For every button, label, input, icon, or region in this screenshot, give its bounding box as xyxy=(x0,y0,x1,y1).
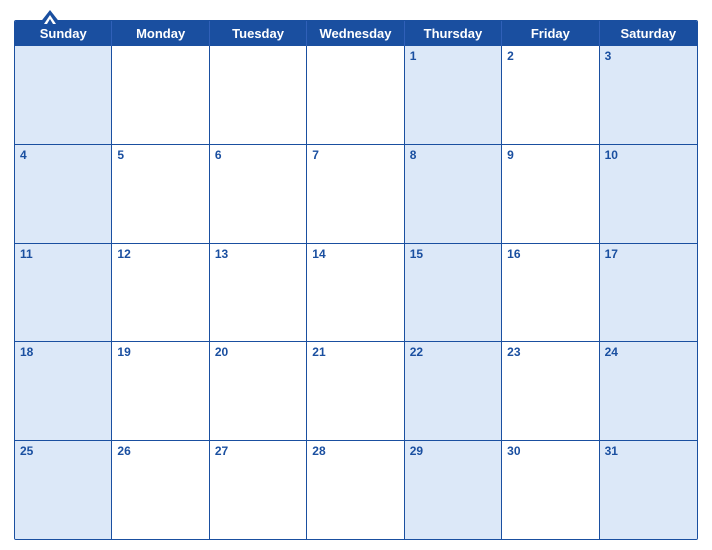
cal-cell: 19 xyxy=(112,342,209,440)
day-number: 5 xyxy=(117,148,124,162)
day-number: 19 xyxy=(117,345,130,359)
day-number: 3 xyxy=(605,49,612,63)
day-number: 27 xyxy=(215,444,228,458)
cal-cell: 13 xyxy=(210,244,307,342)
cal-cell: 6 xyxy=(210,145,307,243)
day-number: 12 xyxy=(117,247,130,261)
logo xyxy=(14,10,86,25)
day-number: 2 xyxy=(507,49,514,63)
weekday-header-thursday: Thursday xyxy=(405,21,502,46)
logo-icon xyxy=(39,10,61,24)
cal-cell: 7 xyxy=(307,145,404,243)
cal-cell: 3 xyxy=(600,46,697,144)
day-number: 17 xyxy=(605,247,618,261)
calendar-page: SundayMondayTuesdayWednesdayThursdayFrid… xyxy=(0,0,712,550)
cal-cell: 18 xyxy=(15,342,112,440)
day-number: 11 xyxy=(20,247,33,261)
weekday-header-monday: Monday xyxy=(112,21,209,46)
day-number: 21 xyxy=(312,345,325,359)
day-number: 30 xyxy=(507,444,520,458)
week-row-3: 18 19 20 21 22 23 24 xyxy=(15,341,697,440)
cal-cell: 20 xyxy=(210,342,307,440)
day-number: 23 xyxy=(507,345,520,359)
cal-cell: 8 xyxy=(405,145,502,243)
weekday-header-row: SundayMondayTuesdayWednesdayThursdayFrid… xyxy=(15,21,697,46)
cal-cell: 23 xyxy=(502,342,599,440)
cal-cell: 9 xyxy=(502,145,599,243)
day-number: 13 xyxy=(215,247,228,261)
day-number: 15 xyxy=(410,247,423,261)
cal-cell: 28 xyxy=(307,441,404,539)
day-number: 31 xyxy=(605,444,618,458)
cal-cell: 11 xyxy=(15,244,112,342)
cal-cell: 16 xyxy=(502,244,599,342)
day-number: 16 xyxy=(507,247,520,261)
day-number: 1 xyxy=(410,49,417,63)
cal-cell: 21 xyxy=(307,342,404,440)
cal-cell: 2 xyxy=(502,46,599,144)
cal-cell: 12 xyxy=(112,244,209,342)
day-number: 25 xyxy=(20,444,33,458)
cal-cell: 29 xyxy=(405,441,502,539)
day-number: 28 xyxy=(312,444,325,458)
cal-cell xyxy=(307,46,404,144)
day-number: 4 xyxy=(20,148,27,162)
weekday-header-wednesday: Wednesday xyxy=(307,21,404,46)
cal-cell: 22 xyxy=(405,342,502,440)
cal-cell: 17 xyxy=(600,244,697,342)
week-row-4: 25 26 27 28 29 30 31 xyxy=(15,440,697,539)
cal-cell: 5 xyxy=(112,145,209,243)
cal-cell xyxy=(210,46,307,144)
week-row-1: 4 5 6 7 8 9 10 xyxy=(15,144,697,243)
day-number: 6 xyxy=(215,148,222,162)
calendar-body: 1234567891011121314151617181920212223242… xyxy=(15,46,697,539)
day-number: 22 xyxy=(410,345,423,359)
day-number: 18 xyxy=(20,345,33,359)
cal-cell xyxy=(15,46,112,144)
cal-cell: 27 xyxy=(210,441,307,539)
day-number: 14 xyxy=(312,247,325,261)
week-row-2: 11 12 13 14 15 16 17 xyxy=(15,243,697,342)
day-number: 29 xyxy=(410,444,423,458)
cal-cell: 30 xyxy=(502,441,599,539)
day-number: 20 xyxy=(215,345,228,359)
weekday-header-tuesday: Tuesday xyxy=(210,21,307,46)
weekday-header-saturday: Saturday xyxy=(600,21,697,46)
calendar-grid: SundayMondayTuesdayWednesdayThursdayFrid… xyxy=(14,20,698,540)
cal-cell: 4 xyxy=(15,145,112,243)
cal-cell xyxy=(112,46,209,144)
day-number: 7 xyxy=(312,148,319,162)
day-number: 8 xyxy=(410,148,417,162)
cal-cell: 25 xyxy=(15,441,112,539)
weekday-header-friday: Friday xyxy=(502,21,599,46)
day-number: 26 xyxy=(117,444,130,458)
day-number: 10 xyxy=(605,148,618,162)
cal-cell: 15 xyxy=(405,244,502,342)
calendar-header xyxy=(14,10,698,20)
cal-cell: 24 xyxy=(600,342,697,440)
week-row-0: 1 2 3 xyxy=(15,46,697,144)
day-number: 24 xyxy=(605,345,618,359)
cal-cell: 10 xyxy=(600,145,697,243)
cal-cell: 1 xyxy=(405,46,502,144)
cal-cell: 14 xyxy=(307,244,404,342)
cal-cell: 26 xyxy=(112,441,209,539)
day-number: 9 xyxy=(507,148,514,162)
cal-cell: 31 xyxy=(600,441,697,539)
